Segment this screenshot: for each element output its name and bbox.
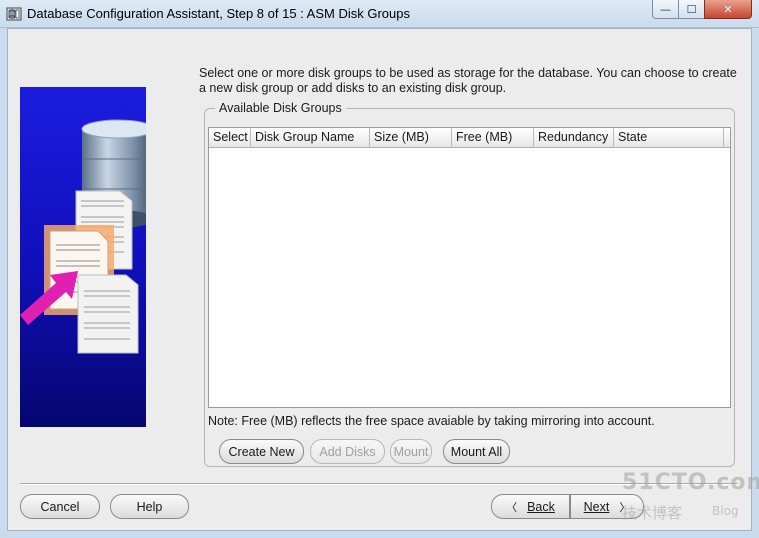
create-new-button[interactable]: Create New [219,439,304,464]
title-bar: Database Configuration Assistant, Step 8… [0,0,759,28]
close-icon: ✕ [723,2,733,16]
column-header-size[interactable]: Size (MB) [370,128,452,148]
step-description: Select one or more disk groups to be use… [199,66,737,95]
watermark-cn: 技术博客 [622,504,683,522]
maximize-button[interactable]: ☐ [678,0,705,19]
table-header: Select Disk Group Name Size (MB) Free (M… [209,128,730,148]
minimize-button[interactable]: — [652,0,679,19]
back-arrow-icon: 〈 [506,501,518,514]
database-documents-illustration [20,119,146,354]
minimize-icon: — [660,2,671,16]
maximize-icon: ☐ [686,2,697,16]
watermark: 51CTO.com 技术博客 Blog [620,470,759,530]
mount-all-button[interactable]: Mount All [443,439,510,464]
cancel-button[interactable]: Cancel [20,494,100,519]
close-button[interactable]: ✕ [704,0,752,19]
back-label: Back [527,499,555,514]
next-label: Next [583,499,610,514]
column-header-redundancy[interactable]: Redundancy [534,128,614,148]
window-title: Database Configuration Assistant, Step 8… [27,6,410,21]
add-disks-button[interactable]: Add Disks [310,439,385,464]
watermark-blog: Blog [712,504,739,518]
wizard-illustration [20,87,146,427]
column-header-select[interactable]: Select [209,128,251,148]
disk-groups-table[interactable]: Select Disk Group Name Size (MB) Free (M… [208,127,731,408]
watermark-site: 51CTO.com [622,470,759,495]
column-header-state[interactable]: State [614,128,724,148]
column-header-disk-group-name[interactable]: Disk Group Name [251,128,370,148]
database-app-icon [6,7,22,21]
back-button[interactable]: 〈 Back [491,494,570,519]
mount-button[interactable]: Mount [390,439,432,464]
help-button[interactable]: Help [110,494,189,519]
column-header-free[interactable]: Free (MB) [452,128,534,148]
free-space-note: Note: Free (MB) reflects the free space … [208,414,655,428]
disk-groups-legend: Available Disk Groups [215,101,346,115]
